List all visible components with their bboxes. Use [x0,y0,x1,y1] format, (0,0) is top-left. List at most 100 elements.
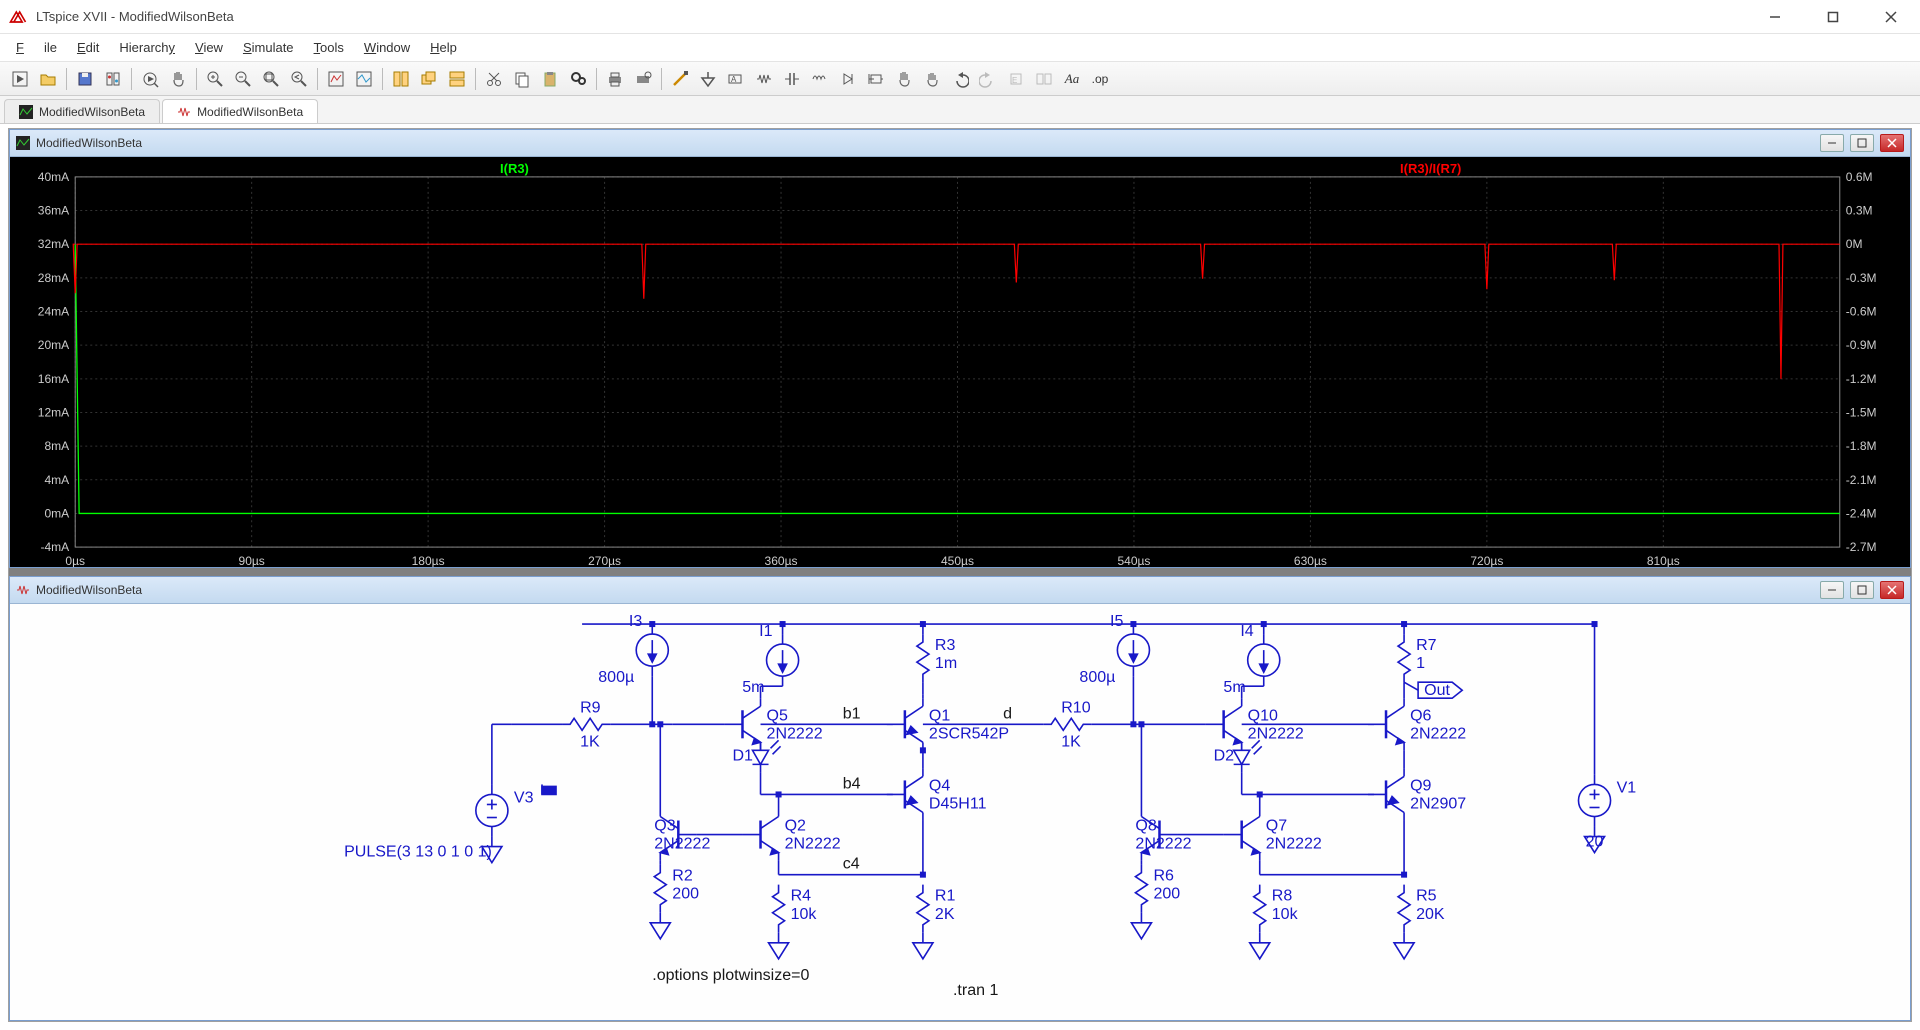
plot-window: ModifiedWilsonBeta I(R3) I(R3)/I(R7) 0µs… [9,129,1911,568]
svg-text:10k: 10k [791,905,818,923]
svg-text:1: 1 [1416,654,1425,672]
toolbar: A E Aa .op [0,62,1920,96]
schem-icon [177,105,191,119]
tb-autorange-icon[interactable] [322,66,350,92]
menu-window[interactable]: Window [354,36,420,59]
svg-text:28mA: 28mA [38,271,69,285]
tab-schem[interactable]: ModifiedWilsonBeta [162,99,318,123]
svg-text:24mA: 24mA [38,305,69,319]
tb-cut-icon[interactable] [480,66,508,92]
svg-text:2N2222: 2N2222 [1410,724,1466,742]
tb-printsetup-icon[interactable] [629,66,657,92]
tb-mirror-icon[interactable] [1030,66,1058,92]
svg-text:2K: 2K [935,905,955,923]
tb-component-icon[interactable] [862,66,890,92]
tb-diode-icon[interactable] [834,66,862,92]
tb-zoomfit-icon[interactable] [257,66,285,92]
svg-text:200: 200 [1153,885,1180,903]
svg-text:720µs: 720µs [1470,554,1503,567]
tb-capacitor-icon[interactable] [778,66,806,92]
svg-text:0M: 0M [1846,237,1863,251]
tb-save-icon[interactable] [71,66,99,92]
svg-text:-0.3M: -0.3M [1846,271,1877,285]
tb-cascadewin-icon[interactable] [415,66,443,92]
svg-text:2SCR542P: 2SCR542P [929,724,1009,742]
app-logo-icon [8,7,28,27]
tb-tilewin-icon[interactable] [387,66,415,92]
tb-controlpanel-icon[interactable] [99,66,127,92]
svg-text:2N2222: 2N2222 [785,835,841,853]
svg-text:16mA: 16mA [38,372,69,386]
mdi-close-button[interactable] [1880,134,1904,152]
tab-label: ModifiedWilsonBeta [197,105,303,119]
tb-ground-icon[interactable] [694,66,722,92]
tb-undo-icon[interactable] [946,66,974,92]
menu-simulate[interactable]: Simulate [233,36,304,59]
menu-edit[interactable]: Edit [67,36,109,59]
menu-hierarchy[interactable]: Hierarchy [109,36,185,59]
svg-text:-1.5M: -1.5M [1846,406,1877,420]
tb-text-icon[interactable]: Aa [1058,66,1086,92]
svg-text:Q2: Q2 [785,817,806,835]
svg-text:2N2222: 2N2222 [1266,835,1322,853]
tb-run2-icon[interactable] [136,66,164,92]
menu-file[interactable]: File [6,36,67,59]
svg-text:2N2222: 2N2222 [654,835,710,853]
mdi-maximize-button[interactable] [1850,581,1874,599]
tb-spice-icon[interactable]: .op [1086,66,1114,92]
tb-drag-icon[interactable] [918,66,946,92]
tb-zoomin-icon[interactable] [201,66,229,92]
waveform-plot[interactable]: I(R3) I(R3)/I(R7) 0µs90µs180µs270µs360µs… [10,157,1910,567]
plot-window-titlebar[interactable]: ModifiedWilsonBeta [10,130,1910,157]
tb-inductor-icon[interactable] [806,66,834,92]
mdi-close-button[interactable] [1880,581,1904,599]
tb-zoomback-icon[interactable] [285,66,313,92]
tb-zoomout-icon[interactable] [229,66,257,92]
tab-plot[interactable]: ModifiedWilsonBeta [4,99,160,123]
svg-text:D45H11: D45H11 [929,794,987,812]
svg-text:I4: I4 [1240,622,1253,640]
svg-text:I5: I5 [1110,612,1123,630]
svg-text:2N2907: 2N2907 [1410,794,1466,812]
svg-text:V3: V3 [514,788,534,806]
window-close-button[interactable] [1862,0,1920,34]
svg-text:-1.2M: -1.2M [1846,372,1877,386]
svg-text:800µ: 800µ [598,668,634,686]
svg-text:270µs: 270µs [588,554,621,567]
menu-tools[interactable]: Tools [304,36,354,59]
tb-pan-icon[interactable] [164,66,192,92]
menu-help[interactable]: Help [420,36,467,59]
svg-text:.options plotwinsize=0: .options plotwinsize=0 [652,966,809,984]
tb-picktrace-icon[interactable] [350,66,378,92]
svg-text:8mA: 8mA [44,439,69,453]
tb-closewin-icon[interactable] [443,66,471,92]
mdi-minimize-button[interactable] [1820,134,1844,152]
svg-text:450µs: 450µs [941,554,974,567]
tb-move-icon[interactable] [890,66,918,92]
tb-paste-icon[interactable] [536,66,564,92]
tb-rotate-icon[interactable]: E [1002,66,1030,92]
schematic-window-titlebar[interactable]: ModifiedWilsonBeta [10,577,1910,604]
tb-redo-icon[interactable] [974,66,1002,92]
svg-text:Q7: Q7 [1266,817,1287,835]
tb-label-icon[interactable]: A [722,66,750,92]
tb-copy-icon[interactable] [508,66,536,92]
svg-text:Q5: Q5 [767,706,788,724]
tb-print-icon[interactable] [601,66,629,92]
tb-run-icon[interactable] [6,66,34,92]
tb-find-icon[interactable] [564,66,592,92]
svg-text:1K: 1K [580,732,600,750]
menu-view[interactable]: View [185,36,233,59]
tb-resistor-icon[interactable] [750,66,778,92]
mdi-minimize-button[interactable] [1820,581,1844,599]
window-maximize-button[interactable] [1804,0,1862,34]
svg-text:c4: c4 [843,855,860,873]
tb-drawwire-icon[interactable] [666,66,694,92]
svg-text:810µs: 810µs [1647,554,1680,567]
svg-text:32mA: 32mA [38,237,69,251]
schematic-canvas[interactable]: I3800µI15mR31mR91KQ52N2222b1Q12SCR542PD1… [10,604,1910,1020]
window-minimize-button[interactable] [1746,0,1804,34]
mdi-maximize-button[interactable] [1850,134,1874,152]
svg-text:360µs: 360µs [765,554,798,567]
tb-open-icon[interactable] [34,66,62,92]
